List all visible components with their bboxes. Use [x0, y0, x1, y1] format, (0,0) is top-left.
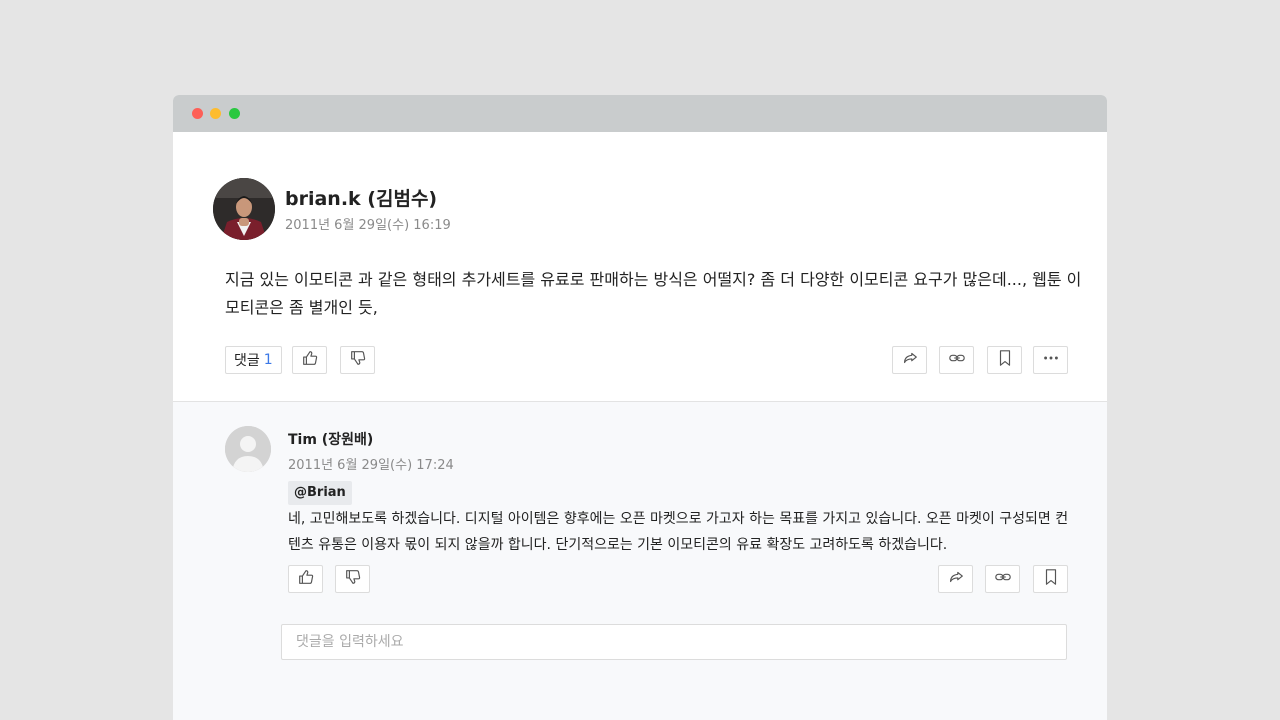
- window-titlebar: [173, 95, 1107, 132]
- close-window-button[interactable]: [192, 108, 203, 119]
- maximize-window-button[interactable]: [229, 108, 240, 119]
- more-icon: [1042, 349, 1060, 371]
- post-date: 2011년 6월 29일(수) 16:19: [285, 218, 451, 233]
- thumbs-down-icon: [349, 349, 367, 371]
- author-name[interactable]: brian.k (김범수): [285, 184, 437, 211]
- mention-tag[interactable]: @Brian: [288, 481, 352, 505]
- like-button[interactable]: [292, 346, 327, 374]
- bookmark-icon: [1042, 568, 1060, 590]
- reply-input[interactable]: [281, 624, 1067, 660]
- thumbs-up-icon: [297, 568, 315, 590]
- comment-author-name[interactable]: Tim (장원배): [288, 429, 373, 449]
- copy-link-button[interactable]: [939, 346, 974, 374]
- comment-count: 1: [263, 352, 273, 368]
- comment-body: 네, 고민해보도록 하겠습니다. 디지털 아이템은 향후에는 오픈 마켓으로 가…: [288, 511, 1069, 553]
- thumbs-down-icon: [344, 568, 362, 590]
- share-icon: [947, 568, 965, 590]
- comment-section: Tim (장원배) 2011년 6월 29일(수) 17:24 @Brian 네…: [173, 402, 1107, 720]
- comment-label: 댓글: [234, 353, 260, 369]
- comment-count-button[interactable]: 댓글 1: [225, 346, 282, 374]
- bookmark-button[interactable]: [987, 346, 1022, 374]
- link-icon: [948, 349, 966, 371]
- comment-bookmark-button[interactable]: [1033, 565, 1068, 593]
- comment-share-button[interactable]: [938, 565, 973, 593]
- dislike-button[interactable]: [340, 346, 375, 374]
- share-button[interactable]: [892, 346, 927, 374]
- more-options-button[interactable]: [1033, 346, 1068, 374]
- post-body: 지금 있는 이모티콘 과 같은 형태의 추가세트를 유료로 판매하는 방식은 어…: [225, 270, 1082, 317]
- comment-copy-link-button[interactable]: [985, 565, 1020, 593]
- browser-window: brian.k (김범수) 2011년 6월 29일(수) 16:19 지금 있…: [173, 95, 1107, 720]
- comment-like-button[interactable]: [288, 565, 323, 593]
- post: brian.k (김범수) 2011년 6월 29일(수) 16:19 지금 있…: [173, 132, 1107, 402]
- default-avatar-icon[interactable]: [225, 426, 271, 472]
- minimize-window-button[interactable]: [210, 108, 221, 119]
- thumbs-up-icon: [301, 349, 319, 371]
- comment-date: 2011년 6월 29일(수) 17:24: [288, 458, 454, 473]
- comment-dislike-button[interactable]: [335, 565, 370, 593]
- bookmark-icon: [996, 349, 1014, 371]
- link-icon: [994, 568, 1012, 590]
- share-icon: [901, 349, 919, 371]
- author-avatar[interactable]: [213, 178, 275, 240]
